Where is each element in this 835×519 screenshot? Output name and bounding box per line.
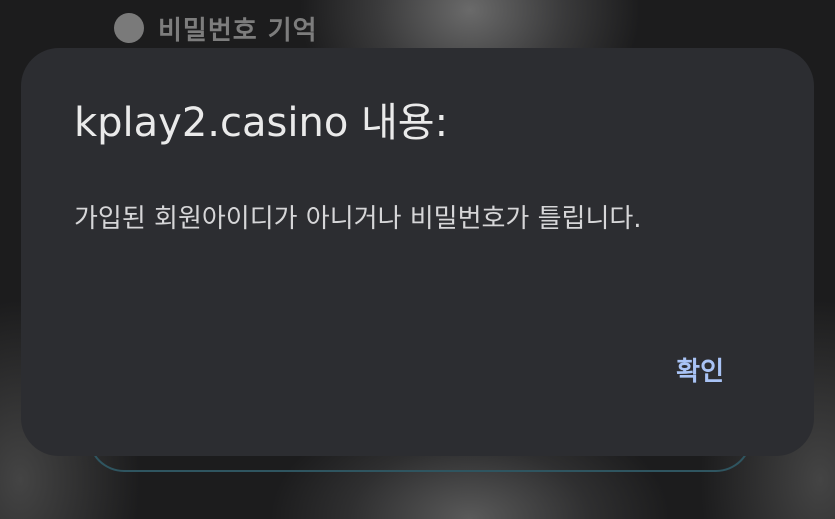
confirm-button[interactable]: 확인	[670, 347, 730, 392]
remember-password-radio[interactable]	[114, 13, 144, 43]
dialog-actions: 확인	[670, 347, 730, 392]
remember-password-option[interactable]: 비밀번호 기억	[114, 10, 318, 46]
remember-password-label: 비밀번호 기억	[158, 15, 318, 46]
alert-dialog: kplay2.casino 내용: 가입된 회원아이디가 아니거나 비밀번호가 …	[21, 48, 814, 456]
dialog-title: kplay2.casino 내용:	[74, 100, 449, 146]
dialog-message: 가입된 회원아이디가 아니거나 비밀번호가 틀립니다.	[74, 204, 642, 234]
